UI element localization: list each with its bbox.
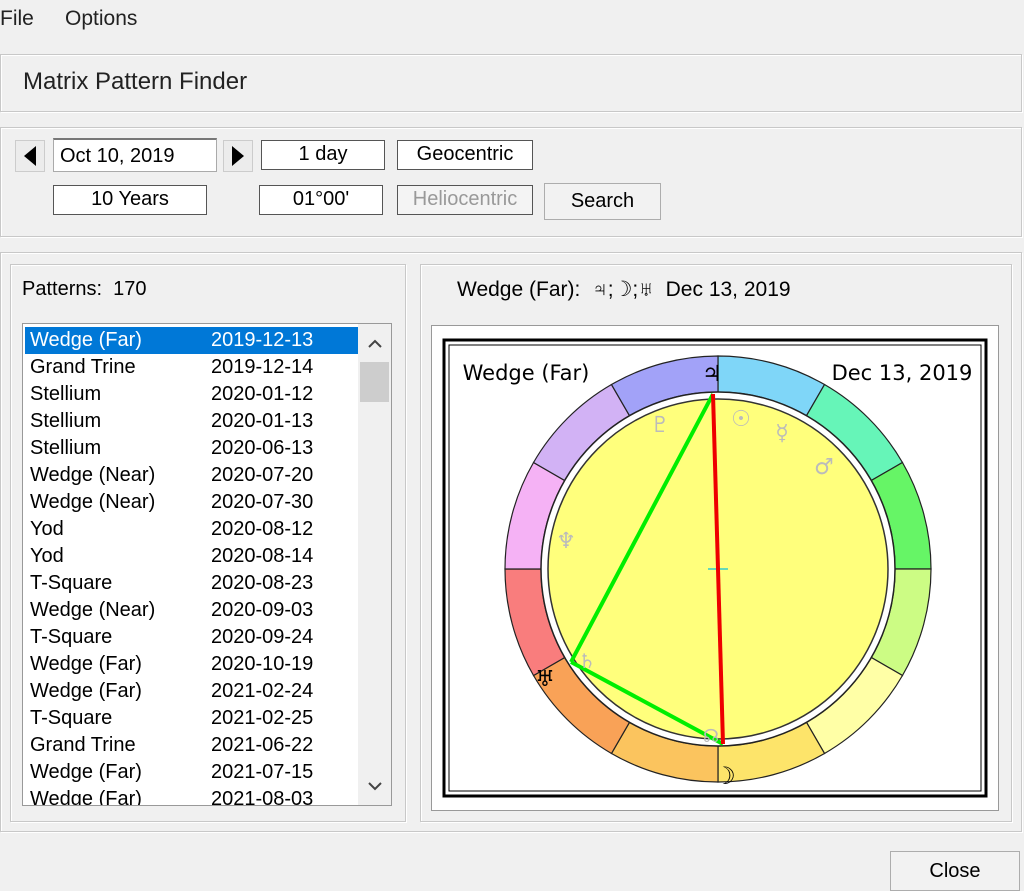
pattern-date: 2021-02-24 <box>211 680 314 702</box>
pattern-date: 2020-07-30 <box>211 491 314 513</box>
pattern-date: 2020-06-13 <box>211 437 314 459</box>
pattern-name: Wedge (Near) <box>30 464 156 486</box>
list-scrollbar[interactable] <box>358 324 391 805</box>
pattern-date: 2020-01-12 <box>211 383 314 405</box>
list-item[interactable]: Wedge (Far) 2021-08-03 <box>25 786 358 806</box>
close-label: Close <box>929 860 981 882</box>
title-bar: Matrix Pattern Finder <box>0 54 1022 112</box>
step-field[interactable]: 1 day <box>261 140 385 170</box>
list-item[interactable]: Wedge (Near) 2020-07-30 <box>25 489 358 516</box>
sun-icon: ☉ <box>731 407 751 432</box>
pattern-name: Stellium <box>30 437 102 459</box>
list-item[interactable]: Yod 2020-08-14 <box>25 543 358 570</box>
neptune-icon: ♆ <box>556 529 576 554</box>
pattern-date: 2020-08-23 <box>211 572 314 594</box>
list-item[interactable]: Wedge (Far) 2021-07-15 <box>25 759 358 786</box>
list-item[interactable]: Yod 2020-08-12 <box>25 516 358 543</box>
chart-date-label: Dec 13, 2019 <box>832 361 973 385</box>
list-item[interactable]: Wedge (Far) 2021-02-24 <box>25 678 358 705</box>
detail-header: Wedge (Far): ♃;☽;♅ Dec 13, 2019 <box>457 278 791 301</box>
detail-box: Wedge (Far): ♃;☽;♅ Dec 13, 2019 ♃ ☽ ♅ ☉ ☿ ♂ ♇ ♆… <box>420 264 1012 822</box>
pluto-icon: ♇ <box>650 413 670 438</box>
list-item[interactable]: Grand Trine 2021-06-22 <box>25 732 358 759</box>
list-item[interactable]: Wedge (Far) 2020-10-19 <box>25 651 358 678</box>
chevron-down-icon[interactable] <box>368 782 382 792</box>
pattern-date: 2020-10-19 <box>211 653 314 675</box>
pattern-name: Wedge (Far) <box>30 761 142 783</box>
geocentric-button[interactable]: Geocentric <box>397 140 533 170</box>
prev-date-button[interactable] <box>15 140 45 172</box>
date-field[interactable]: Oct 10, 2019 <box>53 138 217 172</box>
pattern-date: 2021-02-25 <box>211 707 314 729</box>
patterns-label-text: Patterns: <box>22 278 103 300</box>
moon-icon: ☽ <box>714 762 736 790</box>
list-item[interactable]: T-Square 2021-02-25 <box>25 705 358 732</box>
next-date-button[interactable] <box>223 140 253 172</box>
pattern-name: Wedge (Far) <box>30 680 142 702</box>
heliocentric-button[interactable]: Heliocentric <box>397 185 533 215</box>
jupiter-icon: ♃ <box>702 362 722 387</box>
close-button[interactable]: Close <box>890 851 1020 891</box>
list-item[interactable]: T-Square 2020-09-24 <box>25 624 358 651</box>
pattern-name: Wedge (Near) <box>30 599 156 621</box>
pattern-date: 2019-12-13 <box>211 329 314 351</box>
pattern-name: Wedge (Near) <box>30 491 156 513</box>
chevron-up-icon[interactable] <box>368 338 382 348</box>
list-item[interactable]: Grand Trine 2019-12-14 <box>25 354 358 381</box>
chart-pattern-label: Wedge (Far) <box>463 361 590 385</box>
list-item[interactable]: Wedge (Near) 2020-09-03 <box>25 597 358 624</box>
triangle-right-icon <box>232 146 244 166</box>
window-title: Matrix Pattern Finder <box>23 68 248 95</box>
pattern-name: T-Square <box>30 707 113 729</box>
pattern-date: 2020-07-20 <box>211 464 314 486</box>
patterns-label: Patterns: 170 <box>22 278 147 301</box>
pattern-name: Grand Trine <box>30 734 136 756</box>
pattern-date: 2020-09-03 <box>211 599 314 621</box>
pattern-name: Grand Trine <box>30 356 136 378</box>
chart-wheel: ♃ ☽ ♅ ☉ ☿ ♂ ♇ ♆ ♄ ☊ Wedge (Far) Dec 13, 2019 <box>442 338 988 798</box>
list-item[interactable]: Stellium 2020-01-12 <box>25 381 358 408</box>
uranus-icon: ♅ <box>535 667 555 692</box>
menu-options[interactable]: Options <box>65 7 137 31</box>
list-item[interactable]: Wedge (Near) 2020-07-20 <box>25 462 358 489</box>
mars-icon: ♂ <box>814 455 834 480</box>
range-field[interactable]: 10 Years <box>53 185 207 215</box>
controls-panel: Oct 10, 2019 1 day Geocentric 10 Years 0… <box>0 127 1022 237</box>
list-item[interactable]: Stellium 2020-01-13 <box>25 408 358 435</box>
pattern-date: 2021-08-03 <box>211 788 314 806</box>
pattern-date: 2020-08-12 <box>211 518 314 540</box>
pattern-name: T-Square <box>30 626 113 648</box>
pattern-date: 2020-08-14 <box>211 545 314 567</box>
node-icon: ☊ <box>703 726 719 747</box>
triangle-left-icon <box>24 146 36 166</box>
pattern-name: Wedge (Far) <box>30 653 142 675</box>
patterns-list[interactable]: Wedge (Far) 2021-08-03 Wedge (Far) 2021-07-… <box>22 323 392 806</box>
list-item[interactable]: T-Square 2020-08-23 <box>25 570 358 597</box>
saturn-icon: ♄ <box>578 649 596 673</box>
mercury-icon: ☿ <box>775 421 789 446</box>
pattern-name: Stellium <box>30 410 102 432</box>
pattern-date: 2021-07-15 <box>211 761 314 783</box>
pattern-name: Stellium <box>30 383 102 405</box>
chart-frame: ♃ ☽ ♅ ☉ ☿ ♂ ♇ ♆ ♄ ☊ Wedge (Far) Dec 13, 2019 <box>431 325 999 811</box>
menu-file[interactable]: File <box>0 7 34 31</box>
pattern-date: 2019-12-14 <box>211 356 314 378</box>
list-item[interactable]: Stellium 2020-06-13 <box>25 435 358 462</box>
pattern-date: 2020-09-24 <box>211 626 314 648</box>
pattern-date: 2020-01-13 <box>211 410 314 432</box>
list-item[interactable]: Wedge (Far) 2019-12-13 <box>25 327 358 354</box>
pattern-date: 2021-06-22 <box>211 734 314 756</box>
patterns-count: 170 <box>113 278 147 300</box>
pattern-name: T-Square <box>30 572 113 594</box>
pattern-name: Yod <box>30 518 64 540</box>
search-button[interactable]: Search <box>544 183 661 220</box>
pattern-name: Wedge (Far) <box>30 788 142 806</box>
pattern-name: Wedge (Far) <box>30 329 142 351</box>
pattern-name: Yod <box>30 545 64 567</box>
orb-field[interactable]: 01°00' <box>259 185 383 215</box>
scrollbar-thumb[interactable] <box>360 362 389 402</box>
